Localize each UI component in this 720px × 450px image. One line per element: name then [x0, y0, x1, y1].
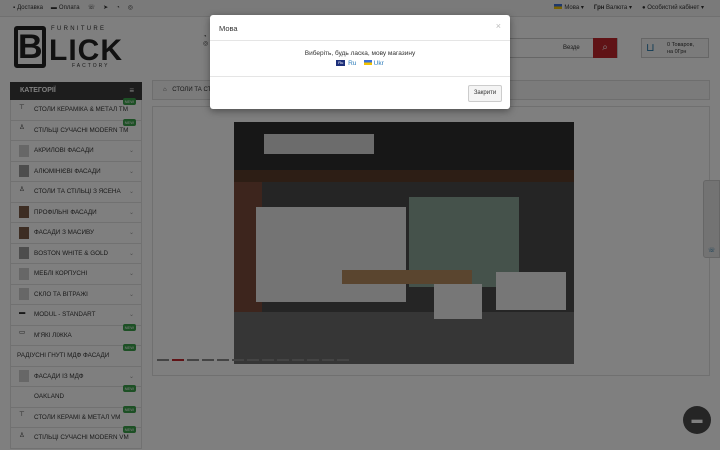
modal-title: Мова — [219, 24, 238, 33]
language-prompt: Виберіть, будь ласка, мову магазину — [304, 50, 416, 57]
language-options: Ru Ru Ukr — [210, 60, 510, 67]
ukraine-flag-icon — [363, 60, 372, 65]
language-modal: Мова × Виберіть, будь ласка, мову магази… — [210, 15, 510, 109]
modal-footer: Закрити — [210, 77, 510, 109]
language-option-ua[interactable]: Ukr — [363, 60, 384, 67]
close-button[interactable]: Закрити — [468, 85, 502, 102]
ru-flag-icon: Ru — [336, 60, 346, 67]
close-icon[interactable]: × — [496, 21, 501, 31]
language-option-ru[interactable]: Ru Ru — [336, 60, 356, 67]
modal-body: Виберіть, будь ласка, мову магазину Ru R… — [210, 41, 510, 77]
modal-header: Мова × — [210, 15, 510, 41]
